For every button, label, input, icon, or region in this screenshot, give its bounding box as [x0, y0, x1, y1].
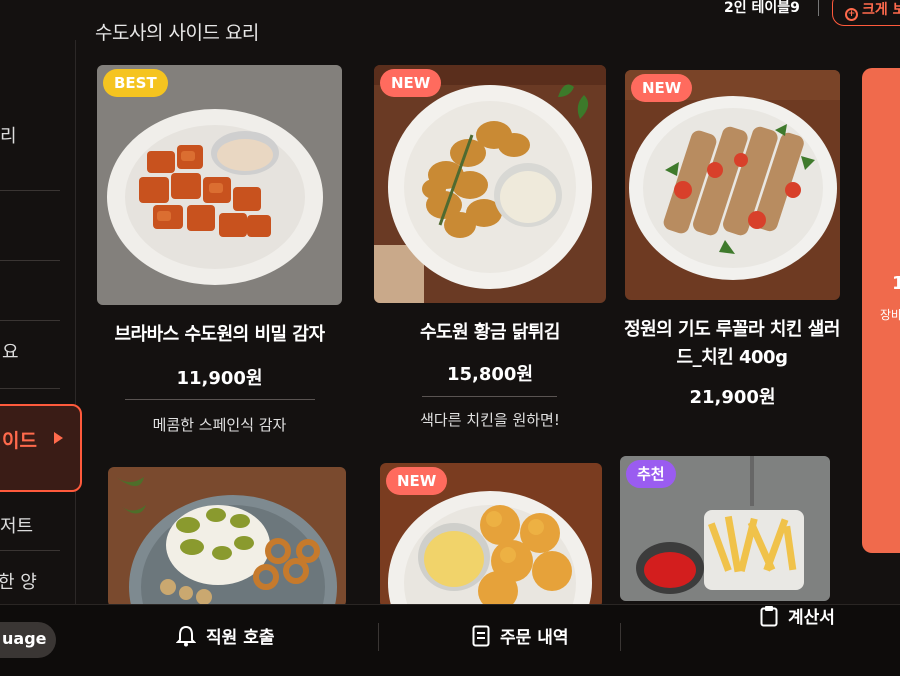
zoom-label: 크게 보 [862, 2, 900, 18]
food-photo: 추천 [620, 456, 830, 601]
cart-count: 1 [892, 273, 900, 294]
divider [818, 0, 819, 16]
bell-icon [176, 625, 196, 647]
category-sidebar: 리 요 저트 한 양 [0, 40, 76, 605]
sidebar-item[interactable]: 한 양 [0, 568, 60, 598]
menu-item-price: 21,900원 [689, 387, 776, 408]
food-photo [108, 467, 346, 607]
menu-item-name: 정원의 기도 루꼴라 치킨 샐러 드_치킨 400g [619, 316, 845, 372]
menu-item-price: 11,900원 [176, 368, 263, 389]
divider [620, 623, 621, 651]
bill-button[interactable]: 계산서 [760, 603, 835, 628]
menu-card[interactable]: BEST 브라바스 수도원의 비밀 감자 11,900원 메콤한 스페인식 감자 [97, 65, 342, 445]
language-button[interactable]: uage [0, 622, 56, 658]
divider [0, 320, 60, 321]
menu-item-name-line: 정원의 기도 루꼴라 치킨 샐러 [624, 319, 840, 340]
zoom-in-icon: + [845, 8, 858, 21]
bill-label: 계산서 [788, 608, 835, 628]
best-badge: BEST [103, 69, 168, 97]
divider [0, 388, 60, 389]
menu-card[interactable]: NEW 정원의 기도 루꼴라 치킨 샐러 드_치킨 400g 21,900원 [624, 70, 840, 420]
divider [125, 399, 315, 400]
sidebar-item-active[interactable]: 이드 [0, 404, 82, 492]
menu-item-price: 15,800원 [446, 364, 534, 385]
menu-item-name: 브라바스 수도원의 비밀 감자 [114, 324, 325, 345]
section-title: 수도사의 사이드 요리 [95, 22, 259, 44]
divider [422, 396, 557, 397]
clipboard-icon [760, 606, 778, 627]
food-photo: BEST [97, 65, 342, 305]
menu-item-name-line: 드_치킨 400g [676, 347, 788, 368]
sidebar-item[interactable]: 저트 [0, 512, 62, 542]
chevron-right-icon [54, 432, 63, 444]
menu-item-description: 색다른 치킨을 원하면! [420, 411, 560, 429]
divider [378, 623, 379, 651]
food-photo: NEW [380, 463, 602, 608]
cart-label: 장바 [880, 308, 900, 322]
menu-item-description: 메콤한 스페인식 감자 [152, 416, 287, 434]
top-bar: 수도사의 사이드 요리 2인 테이블9 + 크게 보 [0, 0, 900, 44]
call-staff-label: 직원 호출 [206, 628, 275, 648]
sidebar-item[interactable]: 요 [2, 338, 64, 368]
zoom-button[interactable]: + 크게 보 [832, 0, 900, 26]
menu-card[interactable]: NEW 수도원 황금 닭튀김 15,800원 색다른 치킨을 원하면! [374, 65, 606, 445]
new-badge: NEW [380, 69, 442, 97]
receipt-icon [472, 625, 490, 647]
menu-item-name: 수도원 황금 닭튀김 [419, 322, 561, 343]
table-name: 2인 테이블9 [724, 0, 800, 16]
menu-card[interactable]: 추천 [620, 456, 830, 601]
sidebar-item-label: 이드 [2, 430, 37, 452]
divider [0, 550, 60, 551]
new-badge: NEW [386, 467, 448, 495]
call-staff-button[interactable]: 직원 호출 [176, 623, 274, 648]
sidebar-item[interactable]: 리 [0, 122, 62, 152]
food-photo: NEW [374, 65, 606, 303]
menu-card[interactable]: NEW [380, 463, 602, 608]
language-label: uage [2, 629, 47, 648]
divider [0, 190, 60, 191]
bottom-bar: uage 직원 호출 주문 내역 계산서 [0, 604, 900, 676]
food-photo: NEW [625, 70, 840, 300]
cart-panel[interactable]: 1 장바 [862, 68, 900, 553]
recommend-badge: 추천 [626, 460, 676, 488]
divider [0, 260, 60, 261]
new-badge: NEW [631, 74, 693, 102]
order-history-label: 주문 내역 [500, 628, 569, 648]
kiosk-screen: 수도사의 사이드 요리 2인 테이블9 + 크게 보 리 요 저트 한 양 이드 [0, 0, 900, 676]
menu-card[interactable] [108, 467, 346, 607]
order-history-button[interactable]: 주문 내역 [472, 623, 568, 648]
